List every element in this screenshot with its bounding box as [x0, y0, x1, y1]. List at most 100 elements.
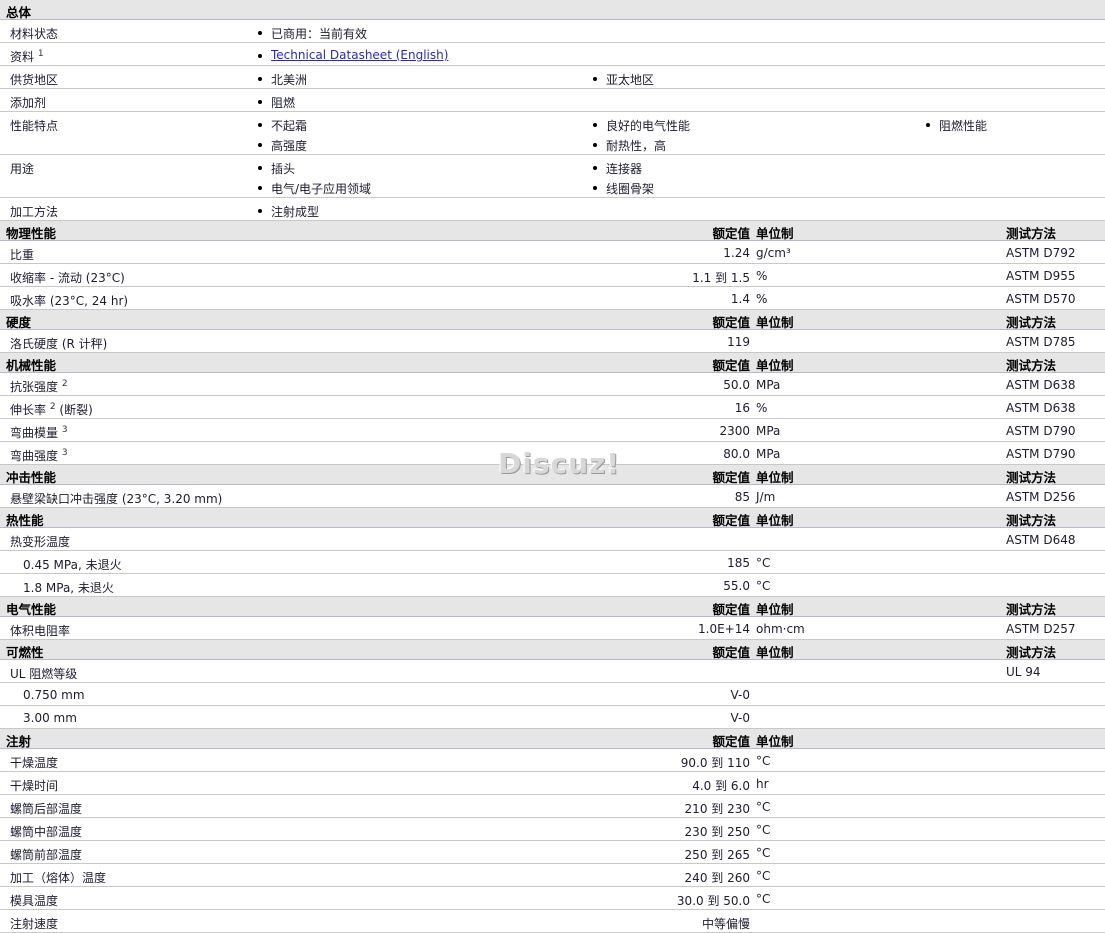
property-unit: °C — [756, 869, 771, 883]
section-title: 可燃性 — [6, 645, 44, 660]
list-item: 阻燃性能 — [926, 117, 987, 134]
list-item: 电气/电子应用领域 — [258, 180, 371, 197]
property-row: 0.45 MPa, 未退火 185 °C — [0, 551, 1105, 574]
property-row: 悬壁梁缺口冲击强度 (23°C, 3.20 mm) 85 J/m ASTM D256 — [0, 485, 1105, 508]
property-unit: g/cm³ — [756, 246, 791, 260]
property-value: 1.0E+14 — [698, 622, 750, 636]
property-name: 弯曲模量 3 — [10, 425, 68, 440]
property-unit: ohm·cm — [756, 622, 805, 636]
property-value: 90.0 到 110 — [680, 756, 750, 770]
property-unit: % — [756, 401, 768, 415]
property-row: 0.750 mm V-0 — [0, 683, 1105, 706]
list-item: 高强度 — [258, 137, 307, 154]
method-header: 测试方法 — [1006, 226, 1057, 241]
section-title: 热性能 — [6, 513, 44, 528]
property-name: 供货地区 — [10, 73, 59, 87]
property-unit: % — [756, 269, 768, 283]
footnote-ref: 3 — [61, 425, 68, 435]
property-value: 185 — [727, 556, 750, 570]
unit-header: 单位制 — [756, 358, 794, 373]
property-unit: hr — [756, 777, 769, 791]
property-name: 悬壁梁缺口冲击强度 (23°C, 3.20 mm) — [10, 492, 223, 506]
property-value: 16 — [734, 401, 750, 415]
method-header: 测试方法 — [1006, 470, 1057, 485]
property-row: 3.00 mm V-0 — [0, 706, 1105, 729]
method-header: 测试方法 — [1006, 315, 1057, 330]
property-row: 收缩率 - 流动 (23°C) 1.1 到 1.5% ASTM D955 — [0, 264, 1105, 287]
property-row: 螺筒前部温度 250 到 265 °C — [0, 841, 1105, 864]
general-row: 添加剂 阻燃 — [0, 89, 1105, 112]
property-name: 0.750 mm — [23, 688, 85, 702]
property-name: 热变形温度 — [10, 535, 71, 549]
property-unit: °C — [756, 892, 771, 906]
property-value: 1.4 — [730, 292, 750, 306]
unit-header: 单位制 — [756, 513, 794, 528]
list-item: 亚太地区 — [593, 71, 654, 88]
property-unit: °C — [756, 846, 771, 860]
test-method: ASTM D790 — [1006, 447, 1076, 461]
section-header: 物理性能 额定值 单位制 测试方法 — [0, 221, 1105, 241]
property-row: 比重 1.24 g/cm³ ASTM D792 — [0, 241, 1105, 264]
property-value: 210 到 230 — [684, 802, 750, 816]
property-value: 1.1 到 1.5 — [692, 271, 750, 285]
property-name: 0.45 MPa, 未退火 — [23, 558, 122, 572]
property-row: 干燥时间 4.0 到 6.0 hr — [0, 772, 1105, 795]
property-name: 吸水率 (23°C, 24 hr) — [10, 294, 129, 308]
unit-header: 单位制 — [756, 734, 794, 749]
property-value: 85 — [734, 490, 750, 504]
test-method: ASTM D790 — [1006, 424, 1076, 438]
method-header: 测试方法 — [1006, 513, 1057, 528]
value-header: 额定值 — [712, 226, 750, 241]
test-method: ASTM D256 — [1006, 490, 1076, 504]
value-header: 额定值 — [712, 602, 750, 617]
general-row: 供货地区 北美洲 亚太地区 — [0, 66, 1105, 89]
watermark: Discuz! — [498, 447, 621, 480]
test-method: ASTM D955 — [1006, 269, 1076, 283]
property-row: 体积电阻率 1.0E+14 ohm·cm ASTM D257 — [0, 617, 1105, 640]
property-name: 资料 1 — [10, 49, 44, 64]
property-row: 弯曲模量 3 2300 MPa ASTM D790 — [0, 419, 1105, 442]
property-unit: °C — [756, 800, 771, 814]
property-name: 材料状态 — [10, 27, 59, 41]
property-unit: °C — [756, 823, 771, 837]
section-title: 注射 — [6, 734, 32, 749]
list-item: 注射成型 — [258, 203, 319, 220]
method-header: 测试方法 — [1006, 602, 1057, 617]
property-name: 性能特点 — [10, 119, 59, 133]
property-row: 干燥温度 90.0 到 110 °C — [0, 749, 1105, 772]
property-name: 干燥时间 — [10, 779, 59, 793]
property-row: UL 阻燃等级 UL 94 — [0, 660, 1105, 683]
general-row: 加工方法 注射成型 — [0, 198, 1105, 221]
property-value: 80.0 — [723, 447, 750, 461]
section-title: 物理性能 — [6, 226, 57, 241]
unit-header: 单位制 — [756, 645, 794, 660]
test-method: ASTM D638 — [1006, 378, 1076, 392]
property-row: 伸长率 2 (断裂) 16% ASTM D638 — [0, 396, 1105, 419]
unit-header: 单位制 — [756, 470, 794, 485]
unit-header: 单位制 — [756, 315, 794, 330]
test-method: UL 94 — [1006, 665, 1041, 679]
list-item: 插头 — [258, 160, 295, 177]
section-header-general: 总体 — [0, 0, 1105, 20]
test-method: ASTM D792 — [1006, 246, 1076, 260]
property-unit: MPa — [756, 424, 781, 438]
property-name: 模具温度 — [10, 894, 59, 908]
property-row: 洛氏硬度 (R 计秤) 119 ASTM D785 — [0, 330, 1105, 353]
section-title: 电气性能 — [6, 602, 57, 617]
property-name: 伸长率 2 (断裂) — [10, 402, 93, 417]
general-row: 资料 1 Technical Datasheet (English) — [0, 43, 1105, 66]
footnote-ref: 2 — [61, 379, 68, 389]
datasheet-link[interactable]: Technical Datasheet (English) — [271, 48, 448, 62]
property-value: 4.0 到 6.0 — [692, 779, 750, 793]
property-name: 弯曲强度 3 — [10, 448, 68, 463]
footnote-ref: 3 — [61, 448, 68, 458]
section-title: 总体 — [6, 5, 32, 20]
test-method: ASTM D648 — [1006, 533, 1076, 547]
property-value: 30.0 到 50.0 — [676, 894, 750, 908]
property-row: 热变形温度 ASTM D648 — [0, 528, 1105, 551]
property-row: 抗张强度 2 50.0 MPa ASTM D638 — [0, 373, 1105, 396]
section-header: 电气性能 额定值 单位制 测试方法 — [0, 597, 1105, 617]
test-method: ASTM D785 — [1006, 335, 1076, 349]
property-unit: MPa — [756, 378, 781, 392]
property-name: 1.8 MPa, 未退火 — [23, 581, 114, 595]
